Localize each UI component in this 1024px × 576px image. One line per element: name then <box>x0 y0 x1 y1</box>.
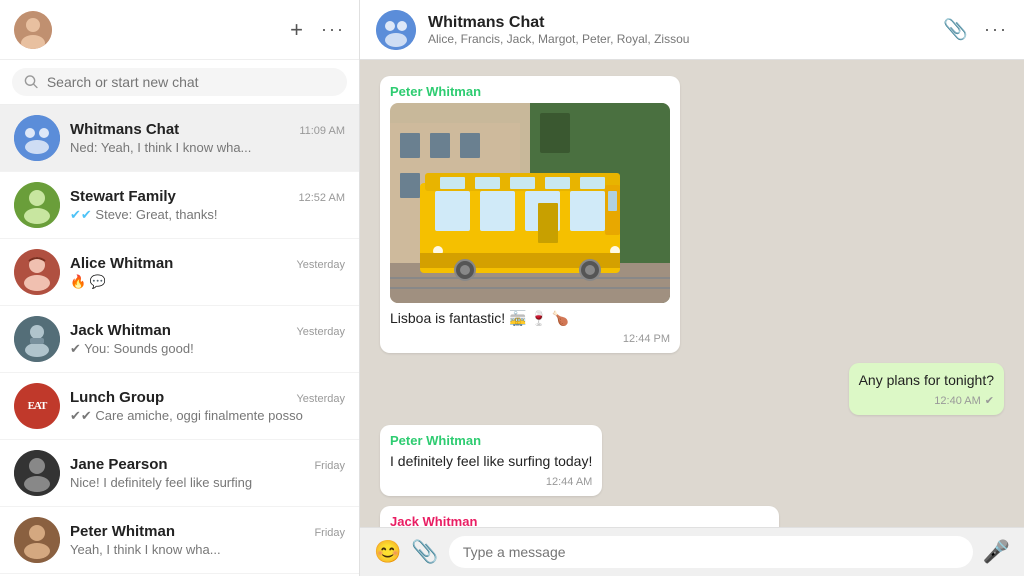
chat-preview-lunch: ✔✔ Care amiche, oggi finalmente posso <box>70 408 345 424</box>
chat-header-info: Whitmans Chat Alice, Francis, Jack, Marg… <box>428 14 931 46</box>
top-bar: + ··· <box>0 0 359 60</box>
avatar-peter <box>14 517 60 563</box>
avatar-whitmans <box>14 115 60 161</box>
checkmarks-stewart: ✔✔ <box>70 207 92 222</box>
avatar-lunch: EAT <box>14 383 60 429</box>
chat-name-stewart: Stewart Family <box>70 188 176 205</box>
sender-jack: Jack Whitman <box>390 514 769 527</box>
msg-time-sent: 12:40 AM <box>934 395 980 407</box>
message-peter-surfing: Peter Whitman I definitely feel like sur… <box>380 425 602 496</box>
attach-button[interactable]: 📎 <box>411 539 438 565</box>
msg-check-sent: ✔ <box>985 394 994 407</box>
search-icon <box>24 74 39 90</box>
self-avatar[interactable] <box>14 11 52 49</box>
chat-header-avatar <box>376 10 416 50</box>
chat-time-peter: Friday <box>314 527 345 539</box>
chat-preview-jack: ✔ You: Sounds good! <box>70 341 345 357</box>
chat-header: Whitmans Chat Alice, Francis, Jack, Marg… <box>360 0 1024 60</box>
message-jack-movie: Jack Whitman Tonight is the movie night!… <box>380 506 779 527</box>
attach-header-button[interactable]: 📎 <box>943 17 968 42</box>
chat-info-jack: Jack Whitman Yesterday ✔ You: Sounds goo… <box>70 322 345 357</box>
chat-item-jack[interactable]: Jack Whitman Yesterday ✔ You: Sounds goo… <box>0 306 359 373</box>
chat-info-whitmans: Whitmans Chat 11:09 AM Ned: Yeah, I thin… <box>70 121 345 155</box>
chat-info-peter: Peter Whitman Friday Yeah, I think I kno… <box>70 523 345 557</box>
messages-area: Peter Whitman <box>360 60 1024 527</box>
emoji-button[interactable]: 😊 <box>374 539 401 565</box>
chat-name-alice: Alice Whitman <box>70 255 173 272</box>
search-input-wrap <box>12 68 347 96</box>
chat-header-title: Whitmans Chat <box>428 14 931 32</box>
chat-info-jane: Jane Pearson Friday Nice! I definitely f… <box>70 456 345 490</box>
chat-name-jane: Jane Pearson <box>70 456 168 473</box>
chat-time-stewart: 12:52 AM <box>299 192 345 204</box>
msg-time-peter-2: 12:44 AM <box>546 476 592 488</box>
chat-preview-alice: 🔥 💬 <box>70 274 345 290</box>
top-bar-actions: + ··· <box>290 17 345 43</box>
avatar-stewart <box>14 182 60 228</box>
chat-time-jane: Friday <box>314 460 345 472</box>
chat-list: Whitmans Chat 11:09 AM Ned: Yeah, I thin… <box>0 105 359 576</box>
chat-time-jack: Yesterday <box>296 326 345 338</box>
tram-image-container <box>390 103 670 303</box>
msg-time-peter-1: 12:44 PM <box>623 333 670 345</box>
msg-text-sent: Any plans for tonight? <box>859 371 994 391</box>
message-input[interactable] <box>449 536 973 568</box>
chat-item-stewart[interactable]: Stewart Family 12:52 AM ✔✔ Steve: Great,… <box>0 172 359 239</box>
menu-button[interactable]: ··· <box>321 19 345 40</box>
chat-item-jane[interactable]: Jane Pearson Friday Nice! I definitely f… <box>0 440 359 507</box>
chat-preview-stewart: ✔✔ Steve: Great, thanks! <box>70 207 345 223</box>
chat-time-whitmans: 11:09 AM <box>299 125 345 137</box>
left-panel: + ··· W <box>0 0 360 576</box>
msg-text-peter-2: I definitely feel like surfing today! <box>390 452 592 472</box>
chat-info-lunch: Lunch Group Yesterday ✔✔ Care amiche, og… <box>70 389 345 424</box>
chat-item-peter[interactable]: Peter Whitman Friday Yeah, I think I kno… <box>0 507 359 574</box>
search-bar <box>0 60 359 105</box>
msg-text-peter-1: Lisboa is fantastic! 🚋 🍷 🍗 <box>390 309 670 329</box>
right-panel: Whitmans Chat Alice, Francis, Jack, Marg… <box>360 0 1024 576</box>
chat-name-whitmans: Whitmans Chat <box>70 121 179 138</box>
mic-button[interactable]: 🎤 <box>983 539 1010 565</box>
avatar-alice <box>14 249 60 295</box>
chat-name-peter: Peter Whitman <box>70 523 175 540</box>
chat-preview-peter: Yeah, I think I know wha... <box>70 542 345 557</box>
chat-item-alice[interactable]: Alice Whitman Yesterday 🔥 💬 <box>0 239 359 306</box>
chat-time-lunch: Yesterday <box>296 393 345 405</box>
avatar-jack <box>14 316 60 362</box>
chat-info-stewart: Stewart Family 12:52 AM ✔✔ Steve: Great,… <box>70 188 345 223</box>
chat-preview-whitmans: Ned: Yeah, I think I know wha... <box>70 140 345 155</box>
header-menu-button[interactable]: ··· <box>984 19 1008 40</box>
chat-header-members: Alice, Francis, Jack, Margot, Peter, Roy… <box>428 32 931 46</box>
message-sent-tonight: Any plans for tonight? 12:40 AM ✔ <box>849 363 1004 416</box>
check-jack: ✔ <box>70 341 81 356</box>
check-lunch: ✔✔ <box>70 408 92 423</box>
search-input[interactable] <box>47 74 335 90</box>
chat-input-bar: 😊 📎 🎤 <box>360 527 1024 576</box>
chat-name-jack: Jack Whitman <box>70 322 171 339</box>
sender-peter-1: Peter Whitman <box>390 84 670 99</box>
avatar-jane <box>14 450 60 496</box>
chat-item-whitmans[interactable]: Whitmans Chat 11:09 AM Ned: Yeah, I thin… <box>0 105 359 172</box>
chat-time-alice: Yesterday <box>296 259 345 271</box>
message-peter-image: Peter Whitman <box>380 76 680 353</box>
sender-peter-2: Peter Whitman <box>390 433 592 448</box>
new-chat-button[interactable]: + <box>290 17 303 43</box>
chat-item-lunch[interactable]: EAT Lunch Group Yesterday ✔✔ Care amiche… <box>0 373 359 440</box>
chat-name-lunch: Lunch Group <box>70 389 164 406</box>
chat-info-alice: Alice Whitman Yesterday 🔥 💬 <box>70 255 345 290</box>
chat-header-actions: 📎 ··· <box>943 17 1008 42</box>
chat-preview-jane: Nice! I definitely feel like surfing <box>70 475 345 490</box>
